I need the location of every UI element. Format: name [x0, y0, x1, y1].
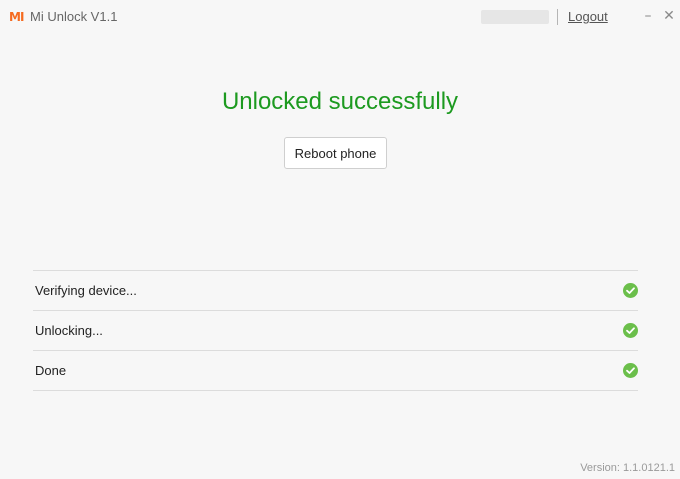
version-label: Version: 1.1.0121.1	[580, 462, 675, 474]
minimize-icon[interactable]: –	[641, 9, 655, 23]
account-name-redacted	[481, 10, 549, 24]
step-label: Unlocking...	[35, 323, 103, 338]
step-row-verifying: Verifying device...	[33, 271, 638, 311]
title-bar: MI Mi Unlock V1.1 Logout – ✕	[0, 0, 680, 34]
check-icon	[623, 363, 638, 378]
status-title: Unlocked successfully	[221, 88, 459, 115]
step-row-done: Done	[33, 351, 638, 391]
logout-link[interactable]: Logout	[568, 9, 608, 24]
app-title: Mi Unlock V1.1	[30, 9, 118, 24]
step-label: Verifying device...	[35, 283, 137, 298]
reboot-phone-button[interactable]: Reboot phone	[284, 137, 387, 169]
step-label: Done	[35, 363, 67, 378]
mi-unlock-window: MI Mi Unlock V1.1 Logout – ✕ Unlocked su…	[0, 0, 680, 479]
check-icon	[623, 323, 638, 338]
step-row-unlocking: Unlocking...	[33, 311, 638, 351]
close-icon[interactable]: ✕	[662, 9, 676, 23]
title-separator	[557, 9, 558, 25]
check-icon	[623, 283, 638, 298]
mi-logo: MI	[9, 10, 24, 24]
progress-steps: Verifying device... Unlocking... Done	[33, 270, 638, 391]
